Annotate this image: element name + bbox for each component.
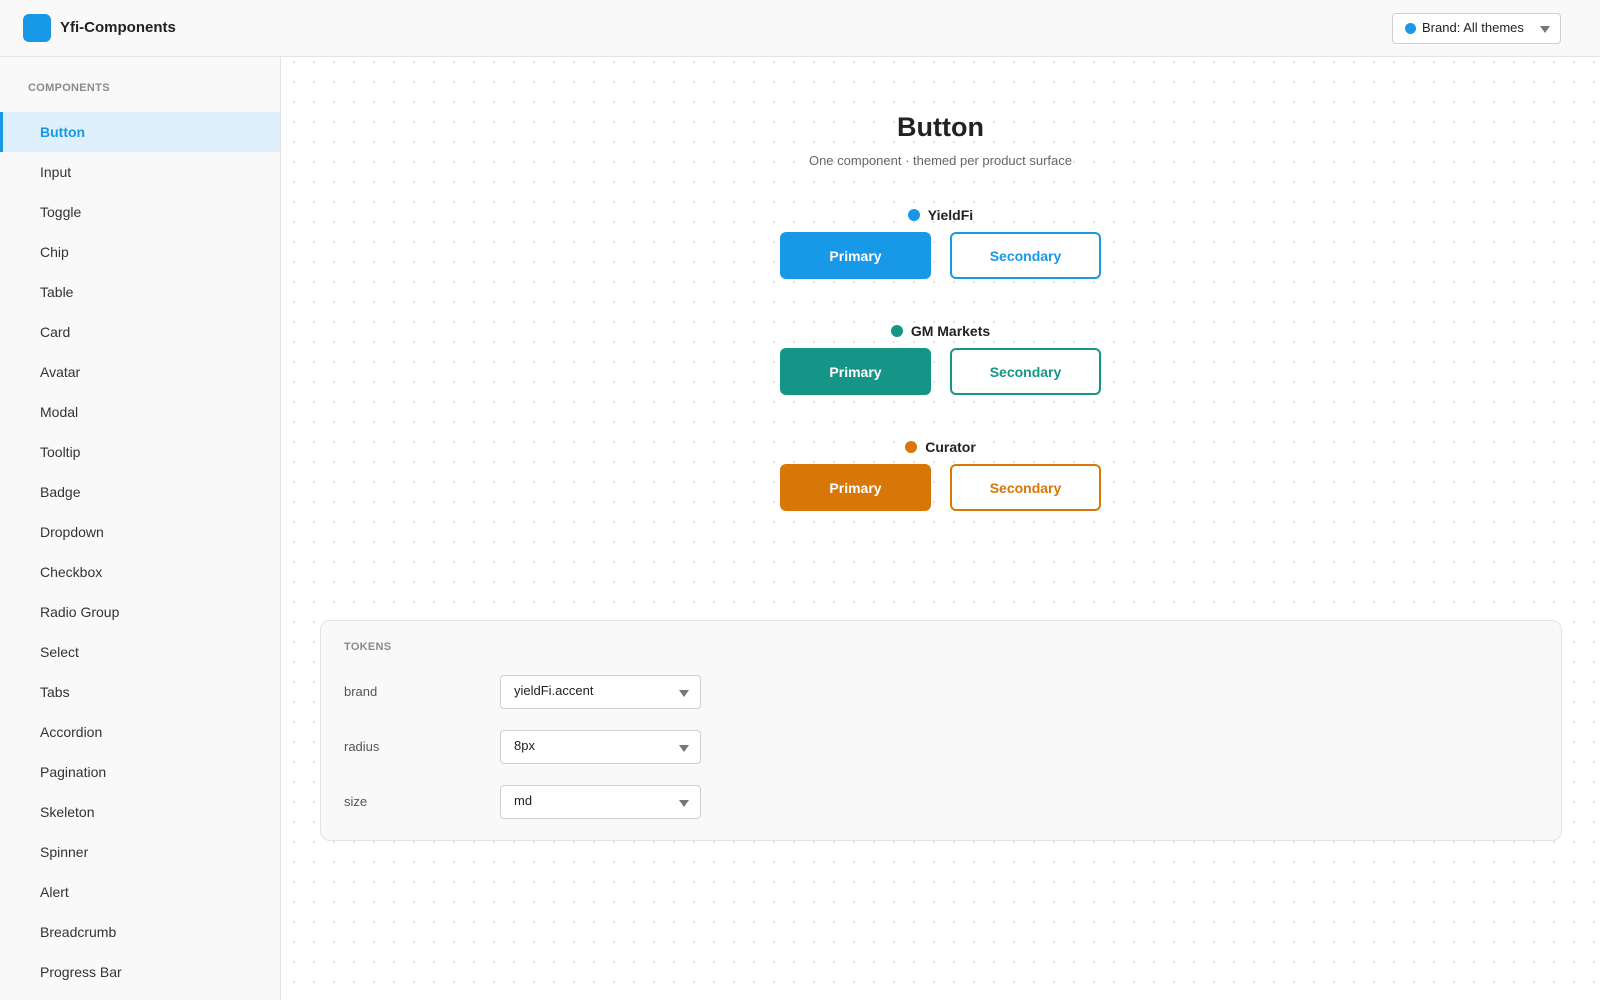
token-radius-select[interactable]: 8px bbox=[500, 730, 701, 764]
sidebar-item-avatar[interactable]: Avatar bbox=[0, 352, 280, 392]
sidebar-item-tooltip[interactable]: Tooltip bbox=[0, 432, 280, 472]
token-row-radius: radius 8px bbox=[321, 730, 1561, 764]
sidebar-item-progress-bar[interactable]: Progress Bar bbox=[0, 952, 280, 992]
brand-name: Curator bbox=[925, 439, 976, 455]
sidebar-item-tabs[interactable]: Tabs bbox=[0, 672, 280, 712]
sidebar-item-select[interactable]: Select bbox=[0, 632, 280, 672]
brand-name: YieldFi bbox=[927, 207, 974, 223]
secondary-button[interactable]: Secondary bbox=[950, 348, 1101, 395]
chevron-down-icon bbox=[1540, 26, 1550, 33]
brand-dot-icon bbox=[907, 209, 920, 221]
main-canvas: Button One component · themed per produc… bbox=[281, 57, 1600, 1000]
secondary-button[interactable]: Secondary bbox=[950, 464, 1101, 511]
chevron-down-icon bbox=[679, 800, 689, 807]
primary-button[interactable]: Primary bbox=[780, 464, 931, 511]
sidebar-item-breadcrumb[interactable]: Breadcrumb bbox=[0, 912, 280, 952]
brand-color-dot bbox=[1405, 23, 1416, 34]
chevron-down-icon bbox=[679, 690, 689, 697]
sidebar-item-table[interactable]: Table bbox=[0, 272, 280, 312]
sidebar: COMPONENTS Button Input Toggle Chip Table Car… bbox=[0, 57, 281, 1000]
brand-theme-select[interactable]: Brand: All themes bbox=[1392, 13, 1561, 44]
page-title: Button bbox=[897, 112, 984, 142]
brand-label: GM Markets bbox=[281, 323, 1600, 339]
sidebar-item-radio-group[interactable]: Radio Group bbox=[0, 592, 280, 632]
sidebar-list: Button Input Toggle Chip Table Card Avatar Moda… bbox=[0, 112, 280, 992]
secondary-button[interactable]: Secondary bbox=[950, 232, 1101, 279]
sidebar-item-modal[interactable]: Modal bbox=[0, 392, 280, 432]
sidebar-item-spinner[interactable]: Spinner bbox=[0, 832, 280, 872]
token-name: size bbox=[344, 794, 368, 809]
app-logo bbox=[23, 14, 51, 42]
token-row-size: size md bbox=[321, 785, 1561, 819]
brand-select-label: Brand: All themes bbox=[1422, 20, 1524, 35]
sidebar-item-badge[interactable]: Badge bbox=[0, 472, 280, 512]
app-title: Yfi-Components bbox=[60, 19, 176, 36]
primary-button[interactable]: Primary bbox=[780, 348, 931, 395]
sidebar-item-dropdown[interactable]: Dropdown bbox=[0, 512, 280, 552]
token-name: radius bbox=[344, 739, 380, 754]
sidebar-item-card[interactable]: Card bbox=[0, 312, 280, 352]
sidebar-item-pagination[interactable]: Pagination bbox=[0, 752, 280, 792]
sidebar-item-accordion[interactable]: Accordion bbox=[0, 712, 280, 752]
chevron-down-icon bbox=[679, 745, 689, 752]
brand-name: GM Markets bbox=[910, 323, 991, 339]
sidebar-item-input[interactable]: Input bbox=[0, 152, 280, 192]
token-select-value: 8px bbox=[514, 738, 535, 753]
token-select-value: md bbox=[514, 793, 533, 808]
brand-label: YieldFi bbox=[281, 207, 1600, 223]
sidebar-item-chip[interactable]: Chip bbox=[0, 232, 280, 272]
tokens-heading: TOKENS bbox=[344, 641, 392, 653]
token-name: brand bbox=[344, 684, 378, 699]
sidebar-item-toggle[interactable]: Toggle bbox=[0, 192, 280, 232]
sidebar-item-checkbox[interactable]: Checkbox bbox=[0, 552, 280, 592]
sidebar-item-skeleton[interactable]: Skeleton bbox=[0, 792, 280, 832]
brand-label: Curator bbox=[281, 439, 1600, 455]
sidebar-heading: COMPONENTS bbox=[28, 82, 110, 94]
sidebar-item-button[interactable]: Button bbox=[0, 112, 280, 152]
top-bar: Yfi-Components Brand: All themes bbox=[0, 0, 1600, 57]
brand-dot-icon bbox=[905, 441, 918, 453]
sidebar-item-alert[interactable]: Alert bbox=[0, 872, 280, 912]
primary-button[interactable]: Primary bbox=[780, 232, 931, 279]
token-row-brand: brand yieldFi.accent bbox=[321, 675, 1561, 709]
token-size-select[interactable]: md bbox=[500, 785, 701, 819]
token-select-value: yieldFi.accent bbox=[514, 683, 594, 698]
brand-dot-icon bbox=[890, 325, 903, 337]
tokens-panel: TOKENS brand yieldFi.accent radius 8px size m… bbox=[320, 620, 1562, 841]
page-subtitle: One component · themed per product surfa… bbox=[808, 153, 1073, 168]
token-brand-select[interactable]: yieldFi.accent bbox=[500, 675, 701, 709]
